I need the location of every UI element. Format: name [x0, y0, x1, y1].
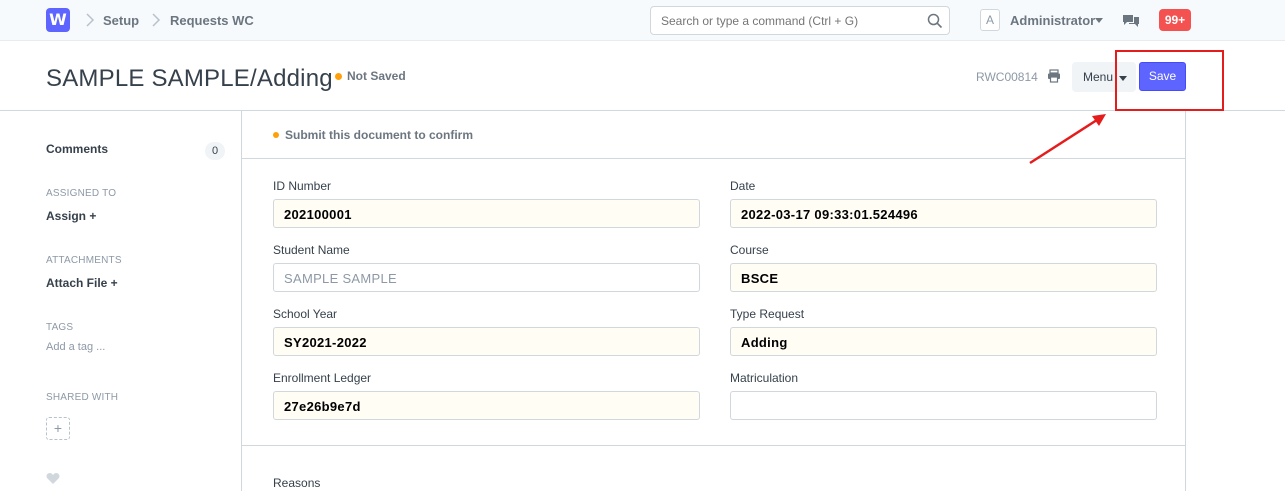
school-year-field: SY2021-2022 — [273, 327, 700, 356]
enrollment-ledger-field: 27e26b9e7d — [273, 391, 700, 420]
chevron-right-icon — [152, 13, 161, 27]
student-name-field[interactable]: SAMPLE SAMPLE — [273, 263, 700, 292]
reasons-label: Reasons — [273, 476, 321, 490]
date-field: 2022-03-17 09:33:01.524496 — [730, 199, 1157, 228]
search-icon[interactable] — [927, 13, 943, 29]
tags-heading: TAGS — [46, 322, 74, 333]
status-indicator: Not Saved — [347, 69, 406, 83]
course-label: Course — [730, 243, 769, 257]
search-bar — [650, 6, 950, 35]
add-share-button[interactable]: + — [46, 417, 70, 440]
heart-icon[interactable] — [46, 472, 60, 485]
page-header: SAMPLE SAMPLE/Adding Not Saved RWC00814 … — [0, 41, 1285, 111]
breadcrumb-requests-wc[interactable]: Requests WC — [170, 13, 254, 28]
form-sidebar: Comments 0 ASSIGNED TO Assign + ATTACHME… — [0, 111, 241, 491]
app-logo[interactable]: W — [46, 8, 70, 32]
chat-icon[interactable] — [1122, 11, 1140, 29]
annotation-arrow-icon — [1029, 114, 1106, 165]
breadcrumb-setup[interactable]: Setup — [103, 13, 139, 28]
user-menu[interactable]: Administrator — [1010, 13, 1095, 28]
annotation-highlight-box — [1115, 50, 1224, 111]
course-field: BSCE — [730, 263, 1157, 292]
id-number-label: ID Number — [273, 179, 332, 193]
shared-with-heading: SHARED WITH — [46, 392, 119, 403]
search-input[interactable] — [661, 14, 921, 28]
attach-file-button[interactable]: Attach File + — [46, 276, 118, 290]
page-title: SAMPLE SAMPLE/Adding — [46, 65, 333, 92]
enrollment-ledger-label: Enrollment Ledger — [273, 371, 372, 385]
user-avatar[interactable]: A — [980, 9, 1000, 31]
date-label: Date — [730, 179, 756, 193]
menu-label: Menu — [1083, 70, 1114, 84]
assign-button[interactable]: Assign + — [46, 209, 96, 223]
notification-badge[interactable]: 99+ — [1159, 9, 1191, 31]
matriculation-label: Matriculation — [730, 371, 799, 385]
status-indicator-dot — [335, 73, 342, 80]
matriculation-field[interactable] — [730, 391, 1157, 420]
caret-down-icon[interactable] — [1095, 18, 1103, 23]
submit-message: Submit this document to confirm — [285, 128, 473, 142]
print-icon[interactable] — [1047, 69, 1061, 83]
comments-link[interactable]: Comments — [46, 142, 108, 156]
add-tag-input[interactable]: Add a tag ... — [46, 341, 105, 353]
navbar: W Setup Requests WC A Administrator 99+ — [0, 0, 1285, 41]
comments-count-badge: 0 — [205, 142, 225, 160]
section-divider — [242, 445, 1185, 446]
school-year-label: School Year — [273, 307, 338, 321]
assigned-to-heading: ASSIGNED TO — [46, 188, 117, 199]
chevron-right-icon — [86, 13, 95, 27]
student-name-label: Student Name — [273, 243, 350, 257]
id-number-field: 202100001 — [273, 199, 700, 228]
document-id: RWC00814 — [976, 70, 1038, 84]
type-request-label: Type Request — [730, 307, 805, 321]
message-indicator-dot — [273, 132, 279, 138]
attachments-heading: ATTACHMENTS — [46, 255, 122, 266]
type-request-field: Adding — [730, 327, 1157, 356]
